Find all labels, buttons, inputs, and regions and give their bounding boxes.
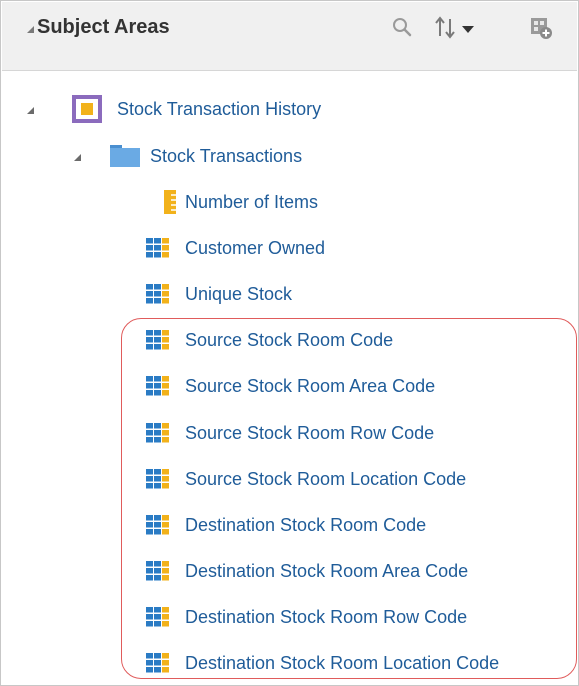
- tree-node-stock-transactions[interactable]: Stock Transactions: [1, 141, 571, 171]
- attribute-icon: [146, 606, 169, 627]
- tree-node-label: Stock Transaction History: [117, 99, 322, 119]
- tree-item[interactable]: Number of Items: [1, 187, 571, 217]
- collapse-triangle-icon[interactable]: [27, 26, 34, 33]
- attribute-icon: [146, 376, 169, 396]
- tree-item[interactable]: Source Stock Room Code: [1, 325, 571, 355]
- tree-item-label: Destination Stock Room Code: [185, 514, 427, 535]
- tree-item[interactable]: Source Stock Room Row Code: [1, 418, 571, 448]
- tree-item-label: Source Stock Room Location Code: [185, 468, 467, 489]
- tree-node-label: Stock Transactions: [150, 146, 303, 166]
- panel-header: Subject Areas: [2, 2, 577, 71]
- add-subject-area-icon[interactable]: [529, 14, 553, 42]
- attribute-icon: [146, 284, 169, 304]
- attribute-icon: [146, 468, 169, 489]
- expand-triangle-icon[interactable]: [74, 154, 81, 161]
- attribute-icon: [146, 238, 169, 258]
- attribute-icon: [146, 560, 169, 581]
- tree-item[interactable]: Unique Stock: [1, 279, 571, 309]
- folder-icon: [110, 145, 140, 167]
- tree-item[interactable]: Destination Stock Room Location Code: [1, 648, 571, 678]
- tree-item-label: Destination Stock Room Row Code: [185, 606, 468, 627]
- subject-areas-panel: Subject Areas Stock Transaction History …: [0, 0, 579, 686]
- tree-item-label: Source Stock Room Row Code: [185, 422, 435, 443]
- subject-area-icon: [72, 95, 102, 123]
- tree-item-label: Source Stock Room Code: [185, 330, 394, 351]
- attribute-icon: [146, 653, 169, 673]
- tree-item-label: Destination Stock Room Location Code: [185, 653, 500, 673]
- expand-triangle-icon[interactable]: [27, 107, 34, 114]
- tree-item-label: Customer Owned: [185, 238, 326, 259]
- tree-item[interactable]: Destination Stock Room Area Code: [1, 556, 571, 586]
- tree-item[interactable]: Destination Stock Room Row Code: [1, 602, 571, 632]
- measure-icon: [164, 190, 176, 214]
- sort-icon[interactable]: [432, 14, 482, 42]
- tree-item-label: Source Stock Room Area Code: [185, 376, 436, 397]
- attribute-icon: [146, 330, 169, 350]
- tree-item-label: Unique Stock: [185, 284, 293, 305]
- panel-title: Subject Areas: [37, 16, 170, 38]
- attribute-icon: [146, 514, 169, 535]
- tree-item[interactable]: Customer Owned: [1, 233, 571, 263]
- search-icon[interactable]: [391, 14, 413, 42]
- tree-item[interactable]: Source Stock Room Location Code: [1, 464, 571, 494]
- tree-item-label: Number of Items: [185, 192, 319, 212]
- tree-node-stock-transaction-history[interactable]: Stock Transaction History: [1, 94, 571, 124]
- tree-item[interactable]: Source Stock Room Area Code: [1, 371, 571, 401]
- attribute-icon: [146, 422, 169, 442]
- tree-item-label: Destination Stock Room Area Code: [185, 560, 469, 581]
- tree-item[interactable]: Destination Stock Room Code: [1, 510, 571, 540]
